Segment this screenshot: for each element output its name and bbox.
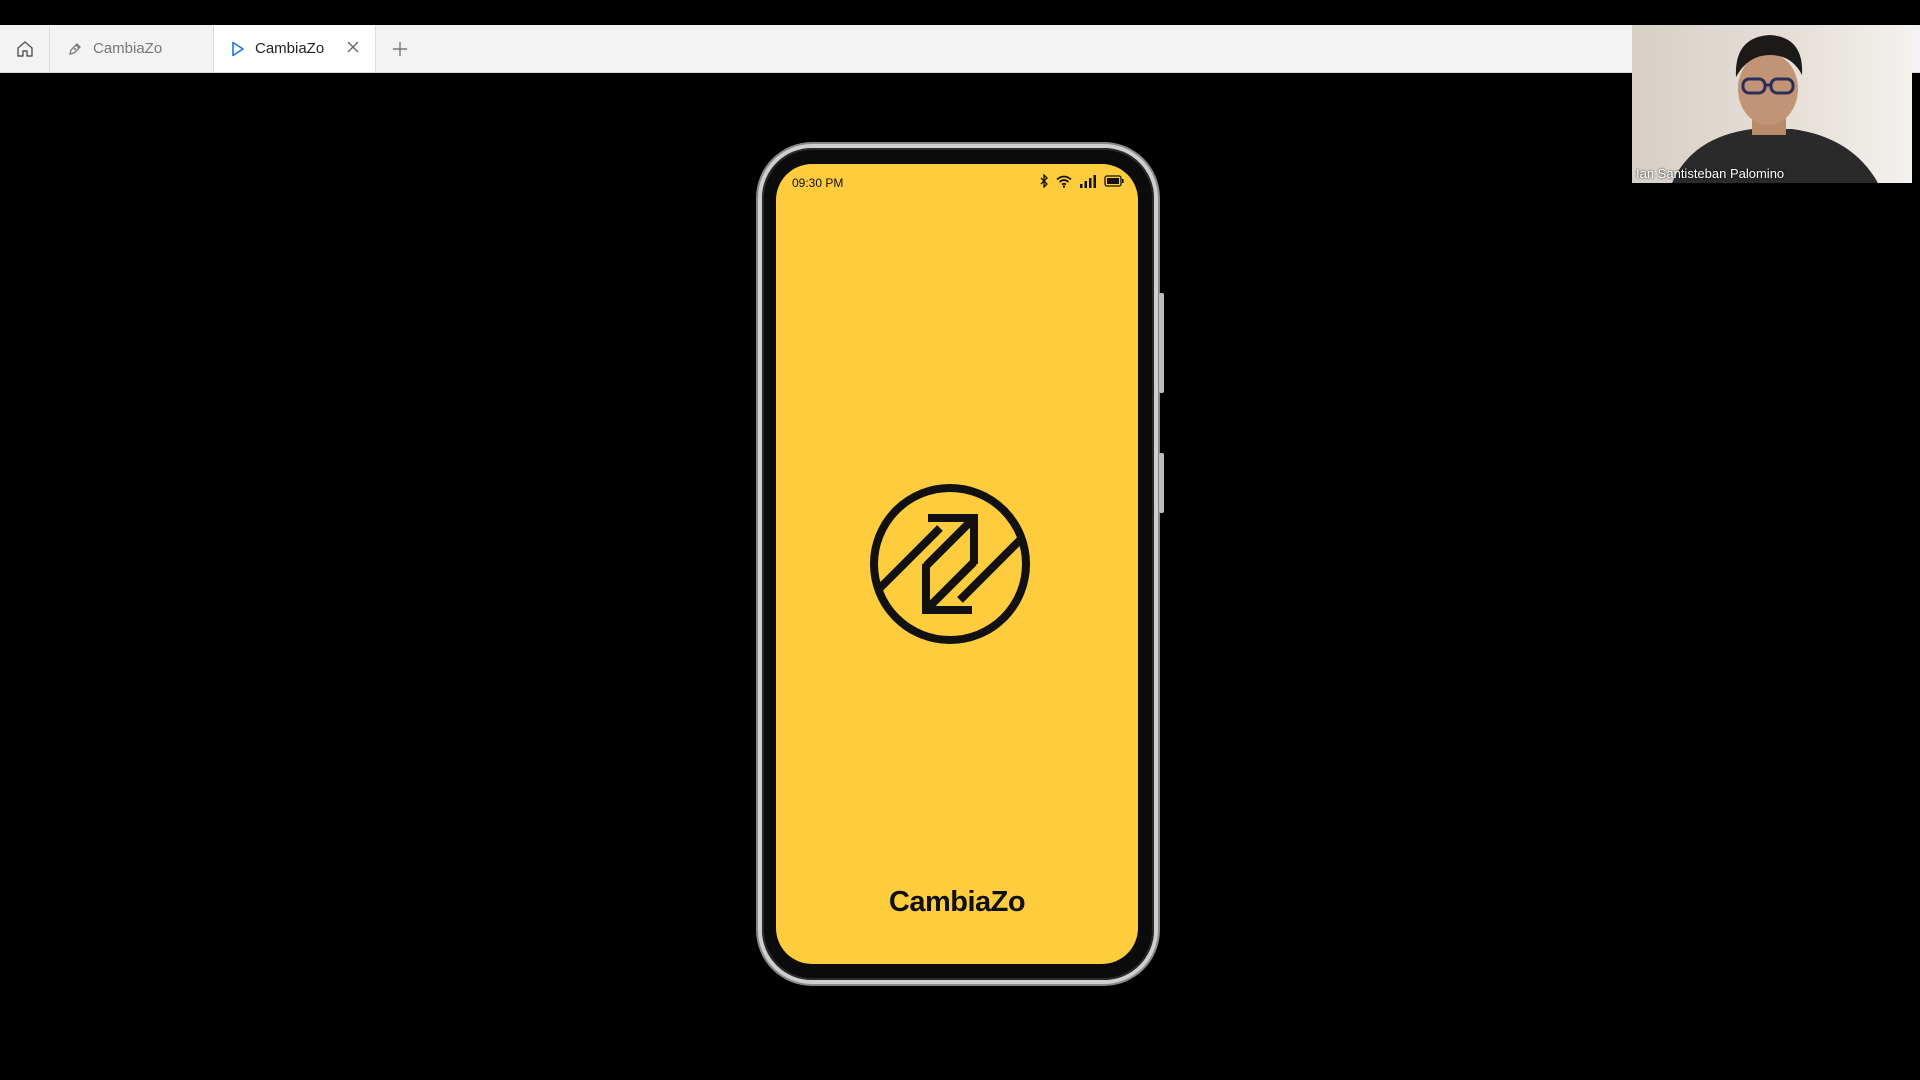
app-name: CambiaZo xyxy=(888,886,1026,918)
participant-name: Ian Santisteban Palomino xyxy=(1636,166,1785,181)
webcam-video: Ian Santisteban Palomino xyxy=(1632,25,1912,183)
bluetooth-icon xyxy=(1040,174,1048,188)
pen-icon xyxy=(67,41,83,57)
close-icon[interactable] xyxy=(345,39,361,55)
tab-label: CambiaZo xyxy=(93,40,163,57)
exchange-logo-icon xyxy=(870,484,1030,644)
phone-screen[interactable]: 09:30 PM CambiaZo xyxy=(776,164,1138,964)
home-icon xyxy=(16,40,33,57)
participant-avatar xyxy=(1672,35,1878,183)
signal-icon xyxy=(1080,175,1096,188)
play-icon xyxy=(231,41,245,57)
status-time: 09:30 PM xyxy=(792,176,844,190)
new-tab-button[interactable] xyxy=(388,37,412,61)
tab-label: CambiaZo xyxy=(255,40,325,57)
tab-design[interactable]: CambiaZo xyxy=(50,25,214,72)
plus-icon xyxy=(393,42,407,56)
phone-side-button xyxy=(1159,453,1164,513)
wifi-icon xyxy=(1056,175,1072,188)
tab-prototype[interactable]: CambiaZo xyxy=(214,25,376,72)
phone-side-button xyxy=(1159,293,1164,393)
battery-icon xyxy=(1104,175,1124,187)
status-bar: 09:30 PM xyxy=(776,164,1138,200)
home-button[interactable] xyxy=(0,25,50,72)
phone-frame: 09:30 PM CambiaZo xyxy=(762,148,1164,980)
